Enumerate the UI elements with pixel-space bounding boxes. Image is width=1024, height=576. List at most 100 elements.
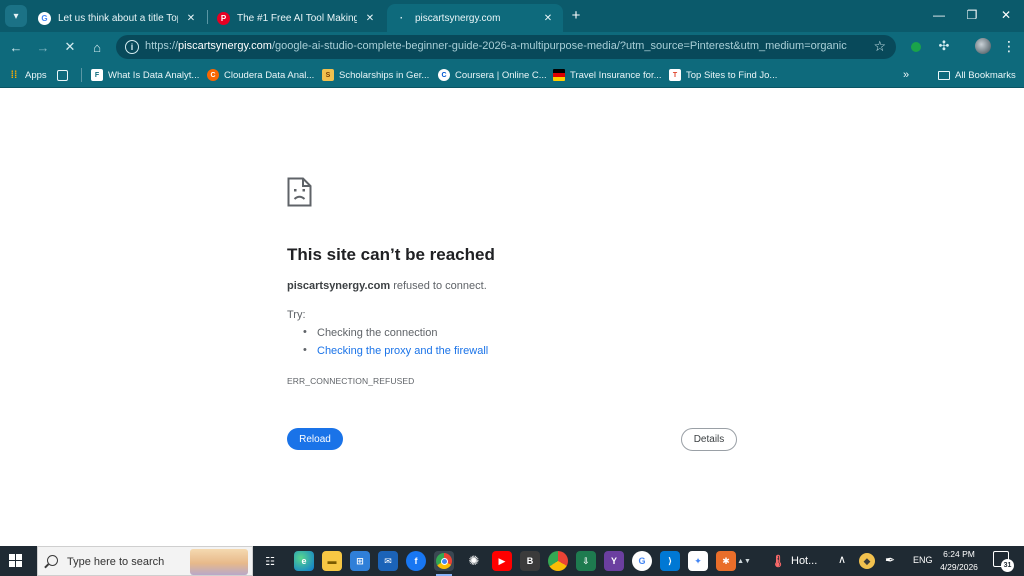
tab-strip: ▾ G Let us think about a title Topic t ✕…	[0, 0, 1024, 32]
try-label: Try:	[287, 309, 306, 321]
error-host: piscartsynergy.com	[287, 280, 391, 292]
suggestion-check-connection: Checking the connection	[303, 326, 488, 345]
windows-taskbar: Type here to search ☷ e ▬ ⊞ ✉ f ✺ ▶ B ⇩ …	[0, 546, 1024, 576]
app-orange-icon[interactable]: ✱	[716, 551, 736, 571]
error-code: ERR_CONNECTION_REFUSED	[287, 376, 415, 386]
tab-3-active[interactable]: · piscartsynergy.com ✕	[387, 4, 563, 32]
weather-text[interactable]: Hot...	[791, 555, 817, 567]
bookmark-top-sites[interactable]: T Top Sites to Find Jo...	[669, 68, 777, 82]
back-button[interactable]: ←	[7, 38, 25, 56]
close-icon[interactable]: ✕	[363, 13, 377, 24]
details-button[interactable]: Details	[681, 428, 737, 451]
sad-page-icon	[287, 177, 312, 207]
tab-groups-icon	[57, 69, 68, 81]
microsoft-store-icon[interactable]: ⊞	[350, 551, 370, 571]
address-bar[interactable]: i https://piscartsynergy.com/google-ai-s…	[116, 35, 896, 59]
search-icon	[47, 555, 58, 566]
coursera-icon: C	[438, 69, 450, 81]
close-icon[interactable]: ✕	[541, 13, 555, 24]
task-view-icon[interactable]: ☷	[260, 551, 280, 571]
close-window-button[interactable]: ✕	[995, 6, 1017, 24]
bookmark-favicon: S	[322, 69, 334, 81]
app-b-icon[interactable]: B	[520, 551, 540, 571]
restore-button[interactable]: ❐	[961, 6, 983, 24]
tray-chevron-up-icon[interactable]: ∧	[838, 553, 846, 566]
clock-date: 4/29/2026	[940, 562, 978, 572]
bookmark-data-analytics[interactable]: F What Is Data Analyt...	[91, 68, 199, 82]
bookmark-apps[interactable]: ⁞⁞ Apps	[8, 68, 47, 82]
error-title: This site can’t be reached	[287, 245, 495, 264]
close-icon[interactable]: ✕	[184, 13, 198, 24]
search-highlight-image	[190, 549, 248, 575]
new-tab-button[interactable]: +	[567, 6, 585, 24]
tab-groups-button[interactable]	[57, 68, 73, 82]
chrome-icon[interactable]	[434, 551, 454, 571]
stop-loading-button[interactable]: ✕	[61, 38, 79, 56]
extensions-puzzle-icon[interactable]: ✣	[936, 38, 952, 54]
bookmark-coursera[interactable]: C Coursera | Online C...	[438, 68, 547, 82]
windows-start-icon[interactable]	[9, 554, 23, 568]
suggestion-check-proxy-link[interactable]: Checking the proxy and the firewall	[303, 344, 488, 363]
edge-icon[interactable]: e	[294, 551, 314, 571]
profile-avatar[interactable]	[975, 38, 991, 54]
forward-button[interactable]: →	[34, 38, 52, 56]
taskbar-search-box[interactable]: Type here to search	[37, 546, 253, 576]
search-placeholder: Type here to search	[67, 556, 165, 568]
bookmarks-divider	[81, 68, 82, 82]
chrome-logo	[436, 553, 452, 569]
taskbar-overflow-icon[interactable]: ▲▼	[737, 551, 751, 571]
google-icon: G	[38, 11, 51, 25]
chrome-profile-icon[interactable]	[548, 551, 568, 571]
error-reason: refused to connect.	[393, 280, 487, 292]
bookmark-star-icon[interactable]: ☆	[873, 38, 886, 55]
reload-button[interactable]: Reload	[287, 428, 343, 450]
more-bookmarks-button[interactable]: »	[903, 68, 909, 82]
bookmark-travel-insurance[interactable]: Travel Insurance for...	[553, 68, 662, 82]
tab-divider	[207, 10, 208, 24]
tab-2[interactable]: P The #1 Free AI Tool Making Beg ✕	[209, 4, 385, 32]
yahoo-icon[interactable]: Y	[604, 551, 624, 571]
all-bookmarks-button[interactable]: All Bookmarks	[938, 68, 1016, 82]
site-info-icon[interactable]: i	[125, 40, 139, 54]
mail-icon[interactable]: ✉	[378, 551, 398, 571]
extension-status-icon[interactable]	[911, 42, 921, 52]
gemini-icon[interactable]: ✦	[688, 551, 708, 571]
bookmark-favicon: F	[91, 69, 103, 81]
folder-icon	[938, 70, 950, 80]
vscode-icon[interactable]: ⟩	[660, 551, 680, 571]
file-explorer-icon[interactable]: ▬	[322, 551, 342, 571]
bookmark-scholarships[interactable]: S Scholarships in Ger...	[322, 68, 429, 82]
facebook-icon[interactable]: f	[406, 551, 426, 571]
tab-1[interactable]: G Let us think about a title Topic t ✕	[30, 4, 206, 32]
clock-time: 6:24 PM	[943, 549, 975, 559]
tray-app-icon[interactable]: ◆	[859, 553, 875, 569]
url-text[interactable]: https://piscartsynergy.com/google-ai-stu…	[145, 40, 847, 52]
pen-icon[interactable]: ✒	[885, 553, 895, 567]
suggestions-list: Checking the connection Checking the pro…	[303, 326, 488, 363]
browser-toolbar: ← → ✕ ⌂ i https://piscartsynergy.com/goo…	[0, 32, 1024, 62]
chatgpt-icon[interactable]: ✺	[464, 551, 484, 571]
bookmark-favicon: T	[669, 69, 681, 81]
weather-thermometer-icon[interactable]: 🌡	[768, 551, 788, 571]
bookmarks-bar: ⁞⁞ Apps F What Is Data Analyt... C Cloud…	[0, 62, 1024, 88]
menu-dots-icon[interactable]: ⋮	[1002, 38, 1016, 55]
tab-title: The #1 Free AI Tool Making Beg	[237, 12, 357, 24]
home-button[interactable]: ⌂	[88, 38, 106, 56]
tab-title: Let us think about a title Topic t	[58, 12, 178, 24]
bookmark-cloudera[interactable]: C Cloudera Data Anal...	[207, 68, 314, 82]
taskbar-clock[interactable]: 6:24 PM 4/29/2026	[933, 548, 985, 574]
notification-count-badge: 31	[1001, 559, 1014, 572]
minimize-button[interactable]: —	[928, 6, 950, 24]
youtube-icon[interactable]: ▶	[492, 551, 512, 571]
download-app-icon[interactable]: ⇩	[576, 551, 596, 571]
pinterest-icon: P	[217, 11, 230, 25]
error-message: piscartsynergy.com refused to connect.	[287, 280, 487, 292]
flag-icon	[553, 69, 565, 81]
google-app-icon[interactable]: G	[632, 551, 652, 571]
cloudera-icon: C	[207, 69, 219, 81]
tab-title: piscartsynergy.com	[415, 12, 501, 24]
apps-grid-icon: ⁞⁞	[10, 69, 18, 81]
tab-search-button[interactable]: ▾	[5, 5, 27, 27]
language-indicator[interactable]: ENG	[913, 555, 933, 565]
loading-icon: ·	[399, 12, 404, 24]
